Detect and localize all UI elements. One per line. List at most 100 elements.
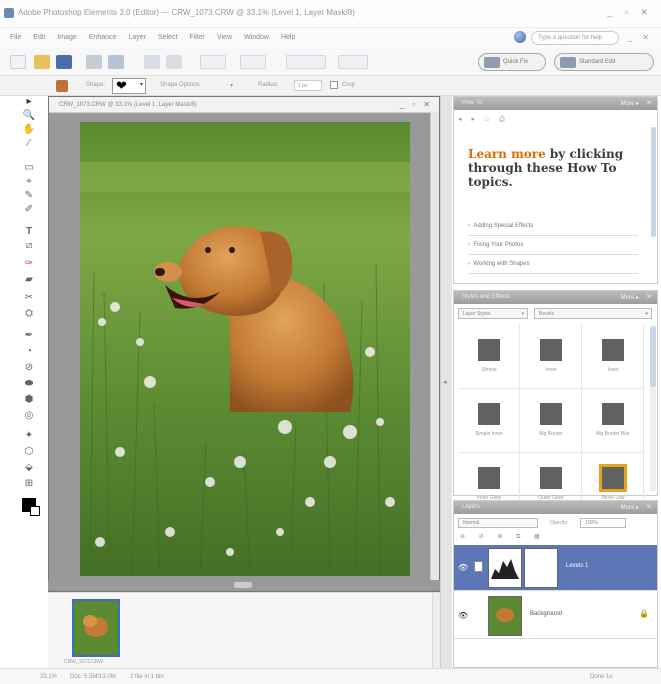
selection-brush-tool-icon[interactable]: ✐ [22, 204, 36, 216]
effect-item[interactable]: Simple [458, 325, 520, 389]
shape-options-button[interactable]: Shape Options [160, 82, 200, 88]
visibility-eye-icon[interactable]: 👁 [458, 611, 468, 620]
effect-item[interactable]: Simple Inner [458, 389, 520, 453]
layer-tool-icons[interactable]: ⊕ ⊘ ⊗ ⧉ ▦ [460, 533, 546, 541]
styles-effects-close-icon[interactable]: ✕ [646, 293, 652, 301]
lasso-tool-icon[interactable]: ⌖ [22, 176, 36, 188]
opacity-field[interactable]: 100% [580, 518, 626, 528]
shape-picker[interactable]: ❤ ▾ [112, 78, 146, 94]
shape-tool-icon[interactable]: ✦ [22, 430, 36, 442]
print-icon[interactable] [86, 55, 102, 69]
layer-link-icon[interactable] [474, 561, 483, 572]
undo-icon[interactable] [144, 55, 160, 69]
rotate-icon[interactable] [200, 55, 226, 69]
how-to-topic[interactable]: › Fixing Your Photos [468, 236, 638, 255]
styles-effects-more-button[interactable]: More ▸ [621, 294, 639, 301]
styles-effects-header[interactable]: Styles and Effects More ▸ ✕ [454, 291, 657, 304]
smudge-tool-icon[interactable]: ⊞ [22, 478, 36, 490]
menu-window[interactable]: Window [244, 34, 269, 41]
crop-tool-icon[interactable]: ⧄ [22, 240, 36, 252]
blur-tool-icon[interactable]: ⬡ [22, 446, 36, 458]
how-to-topic[interactable]: › Adding Special Effects [468, 217, 638, 236]
layer-row[interactable]: 👁 Levels 1 [454, 545, 657, 591]
menu-file[interactable]: File [10, 34, 21, 41]
brush-tool-icon[interactable]: ⬬ [22, 378, 36, 390]
move-tool-icon[interactable]: ▸ [22, 96, 36, 108]
zoom-tool-icon[interactable]: 🔍 [22, 110, 36, 122]
eyedropper-tool-icon[interactable]: ⁄ [22, 138, 36, 150]
window-controls[interactable]: _ ▫ ✕ [607, 7, 653, 18]
effect-item[interactable]: Big Border Blur [582, 389, 644, 453]
scroll-grip[interactable] [234, 582, 252, 588]
document-horizontal-scrollbar[interactable] [48, 580, 440, 590]
layers-close-icon[interactable]: ✕ [646, 503, 652, 511]
document-controls[interactable]: _ ✕ [628, 33, 653, 42]
marquee-tool-icon[interactable]: ▭ [22, 162, 36, 174]
email-icon[interactable] [108, 55, 124, 69]
magic-wand-tool-icon[interactable]: ✎ [22, 190, 36, 202]
effects-library-select[interactable]: Bevels ▾ [534, 308, 652, 319]
collapse-arrow-icon[interactable]: ◂ [443, 378, 447, 386]
layers-header[interactable]: Layers More ▸ ✕ [454, 501, 657, 514]
photo-bin-scrollbar[interactable] [432, 593, 440, 669]
photo-bin-thumbnail[interactable] [72, 599, 120, 657]
menu-view[interactable]: View [217, 34, 232, 41]
organize-icon[interactable] [240, 55, 266, 69]
menu-filter[interactable]: Filter [189, 34, 205, 41]
spot-healing-tool-icon[interactable]: ⛭ [22, 308, 36, 320]
help-search-input[interactable]: Type a question for help [531, 31, 619, 45]
crop-checkbox[interactable] [330, 81, 338, 89]
menu-select[interactable]: Select [158, 34, 177, 41]
effect-item[interactable]: Inset [582, 325, 644, 389]
palette-divider[interactable]: ◂ [440, 96, 452, 668]
new-icon[interactable] [10, 55, 26, 69]
hand-tool-icon[interactable]: ✋ [22, 124, 36, 136]
visibility-eye-icon[interactable]: 👁 [458, 563, 468, 572]
clone-stamp-tool-icon[interactable]: ✒ [22, 330, 36, 342]
shape-options-dropdown-icon[interactable]: ▾ [230, 82, 233, 89]
layers-more-button[interactable]: More ▸ [621, 504, 639, 511]
save-icon[interactable] [56, 55, 72, 69]
document-window-controls[interactable]: _ ▫ ✕ [400, 100, 433, 109]
menu-help[interactable]: Help [281, 34, 295, 41]
how-to-scrollbar[interactable] [651, 127, 656, 237]
menu-layer[interactable]: Layer [128, 34, 146, 41]
effects-category-select[interactable]: Layer Styles ▾ [458, 308, 528, 319]
layer-row[interactable]: 👁 Background 🔒 [454, 593, 657, 639]
quick-fix-button[interactable]: Quick Fix [478, 53, 546, 71]
straighten-tool-icon[interactable]: ▰ [22, 274, 36, 286]
create-icon[interactable] [286, 55, 326, 69]
menu-enhance[interactable]: Enhance [89, 34, 117, 41]
document-vertical-scrollbar[interactable] [430, 112, 439, 590]
how-to-header[interactable]: How To More ▸ ✕ [454, 97, 657, 110]
red-eye-tool-icon[interactable]: ✂ [22, 292, 36, 304]
open-icon[interactable] [34, 55, 50, 69]
radius-field[interactable]: 1 px [294, 80, 322, 91]
sponge-tool-icon[interactable]: ⬙ [22, 462, 36, 474]
effect-swatch [602, 403, 624, 425]
standard-edit-button[interactable]: Standard Edit [554, 53, 654, 71]
gradient-tool-icon[interactable]: ◎ [22, 410, 36, 422]
layer-mask-thumbnail[interactable] [524, 548, 558, 588]
image-canvas[interactable] [80, 122, 410, 576]
pencil-tool-icon[interactable]: ◔ [22, 346, 36, 358]
effect-item[interactable]: Big Border [520, 389, 582, 453]
learn-more-link[interactable]: Learn more [468, 147, 546, 161]
eraser-tool-icon[interactable]: ⊘ [22, 362, 36, 374]
background-color-swatch[interactable] [30, 506, 40, 516]
blend-mode-select[interactable]: Normal [458, 518, 538, 528]
type-tool-icon[interactable]: T [22, 226, 36, 238]
styles-effects-scrollbar[interactable] [650, 325, 656, 491]
how-to-close-icon[interactable]: ✕ [646, 99, 652, 107]
menu-image[interactable]: Image [57, 34, 76, 41]
share-icon[interactable] [338, 55, 368, 69]
paint-bucket-tool-icon[interactable]: ⬢ [22, 394, 36, 406]
how-to-more-button[interactable]: More ▸ [621, 100, 639, 107]
redo-icon[interactable] [166, 55, 182, 69]
scroll-thumb[interactable] [650, 327, 656, 387]
how-to-topic[interactable]: › Working with Shapes [468, 255, 638, 274]
cookie-cutter-tool-icon[interactable]: ✑ [22, 258, 36, 270]
how-to-nav-icons[interactable]: ◂ ▸ ⌂ ⎙ [458, 115, 509, 124]
menu-edit[interactable]: Edit [33, 34, 45, 41]
effect-item[interactable]: Inner [520, 325, 582, 389]
